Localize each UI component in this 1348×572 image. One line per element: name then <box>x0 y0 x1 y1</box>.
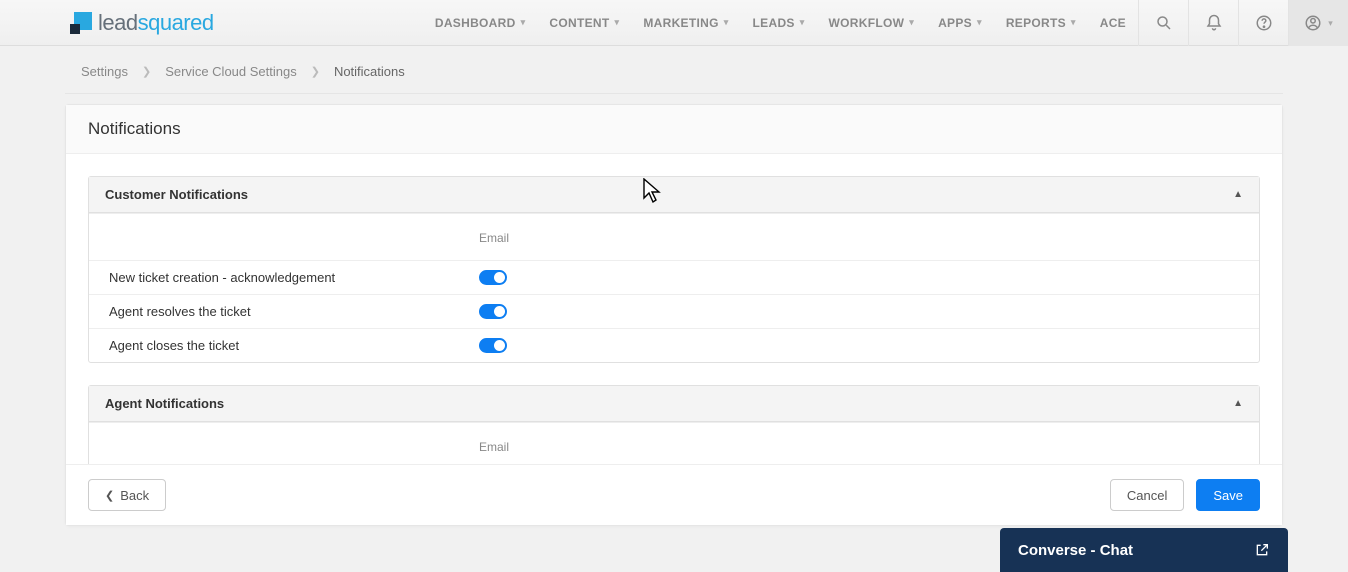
chat-title: Converse - Chat <box>1018 542 1133 559</box>
agent-panel-toggle[interactable]: Agent Notifications ▲ <box>89 386 1259 422</box>
chevron-down-icon: ▾ <box>800 17 805 28</box>
card-footer: ❮ Back Cancel Save <box>66 464 1282 525</box>
breadcrumb: Settings ❯ Service Cloud Settings ❯ Noti… <box>65 46 1283 94</box>
nav-reports[interactable]: REPORTS▾ <box>994 0 1088 45</box>
breadcrumb-service-cloud[interactable]: Service Cloud Settings <box>165 64 297 79</box>
nav-dashboard[interactable]: DASHBOARD▾ <box>423 0 538 45</box>
cancel-button[interactable]: Cancel <box>1110 479 1184 511</box>
nav-leads[interactable]: LEADS▾ <box>741 0 817 45</box>
open-new-icon <box>1254 542 1270 558</box>
toggle-agent-resolves[interactable] <box>479 304 507 319</box>
toggle-new-ticket-ack[interactable] <box>479 270 507 285</box>
notification-label: Agent closes the ticket <box>109 338 479 353</box>
notification-row: New ticket creation - acknowledgement <box>89 260 1259 294</box>
customer-panel-toggle[interactable]: Customer Notifications ▲ <box>89 177 1259 213</box>
notification-label: New ticket creation - acknowledgement <box>109 270 479 285</box>
chevron-down-icon: ▾ <box>1328 18 1333 29</box>
toggle-agent-closes[interactable] <box>479 338 507 353</box>
notifications-card: Notifications Customer Notifications ▲ E… <box>65 104 1283 526</box>
customer-panel-title: Customer Notifications <box>105 187 248 202</box>
back-button[interactable]: ❮ Back <box>88 479 166 511</box>
email-column-header: Email <box>479 223 509 251</box>
nav-ace[interactable]: ACE <box>1088 0 1138 45</box>
chevron-down-icon: ▾ <box>724 17 729 28</box>
chevron-right-icon: ❯ <box>142 65 151 78</box>
bell-icon[interactable] <box>1188 0 1238 46</box>
top-nav: leadsquared DASHBOARD▾ CONTENT▾ MARKETIN… <box>0 0 1348 46</box>
notification-row: Agent resolves the ticket <box>89 294 1259 328</box>
caret-up-icon: ▲ <box>1233 398 1243 409</box>
chevron-right-icon: ❯ <box>311 65 320 78</box>
chevron-down-icon: ▾ <box>909 17 914 28</box>
agent-notifications-panel: Agent Notifications ▲ Email Ticket assig… <box>88 385 1260 464</box>
nav-workflow[interactable]: WORKFLOW▾ <box>817 0 927 45</box>
nav-marketing[interactable]: MARKETING▾ <box>631 0 740 45</box>
brand-logo[interactable]: leadsquared <box>70 10 214 36</box>
main-menu: DASHBOARD▾ CONTENT▾ MARKETING▾ LEADS▾ WO… <box>423 0 1138 45</box>
search-icon[interactable] <box>1138 0 1188 46</box>
logo-text: leadsquared <box>98 10 214 36</box>
page-title: Notifications <box>66 105 1282 154</box>
caret-up-icon: ▲ <box>1233 189 1243 200</box>
chevron-left-icon: ❮ <box>105 489 114 502</box>
chevron-down-icon: ▾ <box>521 17 526 28</box>
chevron-down-icon: ▾ <box>1071 17 1076 28</box>
logo-mark-icon <box>70 12 92 34</box>
notification-row: Agent closes the ticket <box>89 328 1259 362</box>
chevron-down-icon: ▾ <box>615 17 620 28</box>
chevron-down-icon: ▾ <box>977 17 982 28</box>
user-menu[interactable]: ▾ <box>1288 0 1348 46</box>
breadcrumb-current: Notifications <box>334 64 405 79</box>
notification-label: Agent resolves the ticket <box>109 304 479 319</box>
nav-content[interactable]: CONTENT▾ <box>537 0 631 45</box>
agent-panel-title: Agent Notifications <box>105 396 224 411</box>
email-column-header: Email <box>479 432 509 460</box>
customer-notifications-panel: Customer Notifications ▲ Email New ticke… <box>88 176 1260 363</box>
help-icon[interactable] <box>1238 0 1288 46</box>
nav-apps[interactable]: APPS▾ <box>926 0 994 45</box>
notifications-scroll[interactable]: Customer Notifications ▲ Email New ticke… <box>66 154 1282 464</box>
breadcrumb-settings[interactable]: Settings <box>81 64 128 79</box>
chat-widget[interactable]: Converse - Chat <box>1000 528 1288 572</box>
save-button[interactable]: Save <box>1196 479 1260 511</box>
